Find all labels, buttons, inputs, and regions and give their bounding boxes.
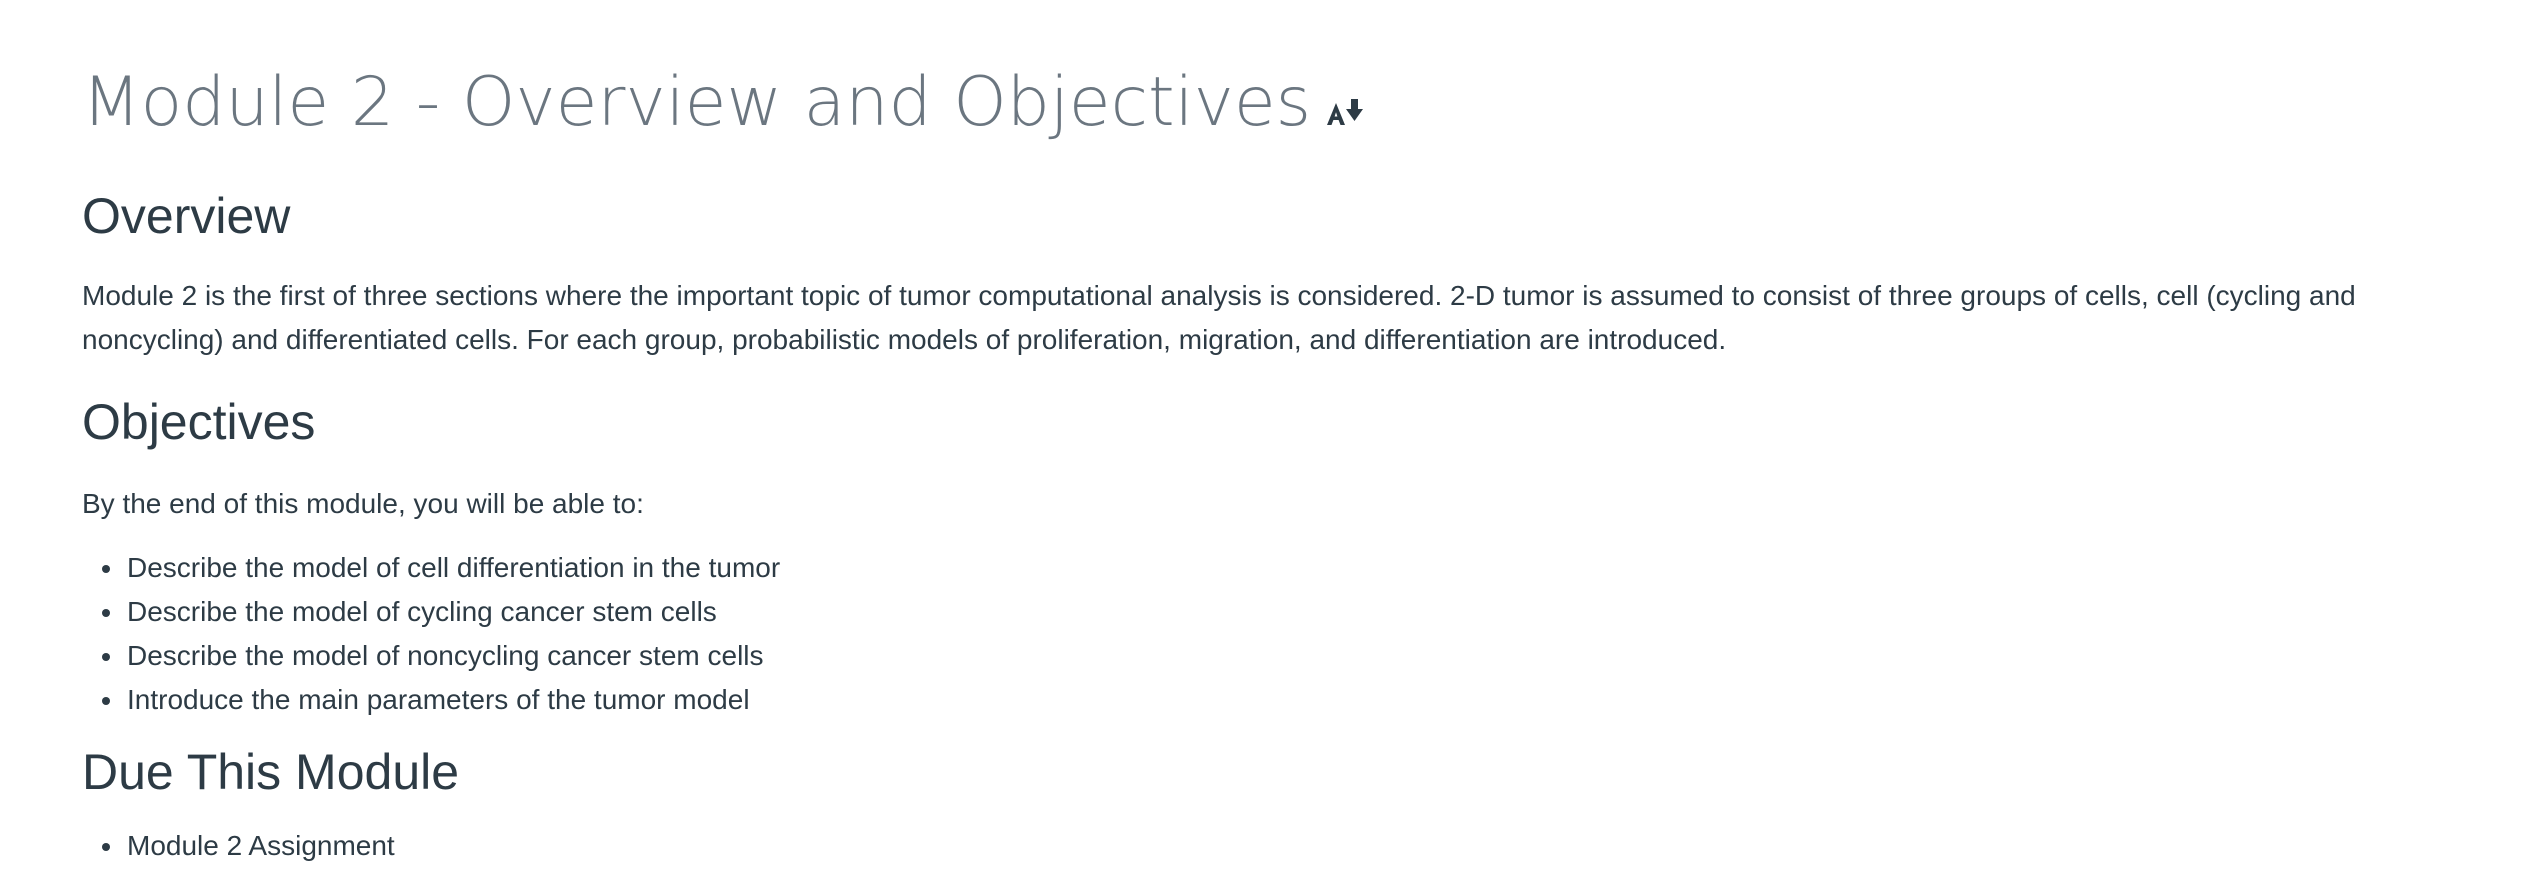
objectives-list: Describe the model of cell differentiati… xyxy=(82,546,2466,722)
objectives-heading: Objectives xyxy=(82,394,316,450)
objectives-intro: By the end of this module, you will be a… xyxy=(82,488,644,519)
accessibility-download-icon[interactable] xyxy=(1325,97,1365,127)
due-heading: Due This Module xyxy=(82,744,460,800)
page-title-text: Module 2 - Overview and Objectives xyxy=(82,63,1312,142)
list-item: Describe the model of noncycling cancer … xyxy=(102,634,2466,678)
overview-heading: Overview xyxy=(82,188,291,244)
list-item: Describe the model of cell differentiati… xyxy=(102,546,2466,590)
due-list: Module 2 Assignment xyxy=(82,824,2466,868)
module-page: Module 2 - Overview and Objectives Overv… xyxy=(0,0,2526,872)
list-item: Module 2 Assignment xyxy=(102,824,2466,868)
list-item: Introduce the main parameters of the tum… xyxy=(102,678,2466,722)
list-item: Describe the model of cycling cancer ste… xyxy=(102,590,2466,634)
overview-text: Module 2 is the first of three sections … xyxy=(82,280,2356,355)
page-title: Module 2 - Overview and Objectives xyxy=(82,58,2466,148)
